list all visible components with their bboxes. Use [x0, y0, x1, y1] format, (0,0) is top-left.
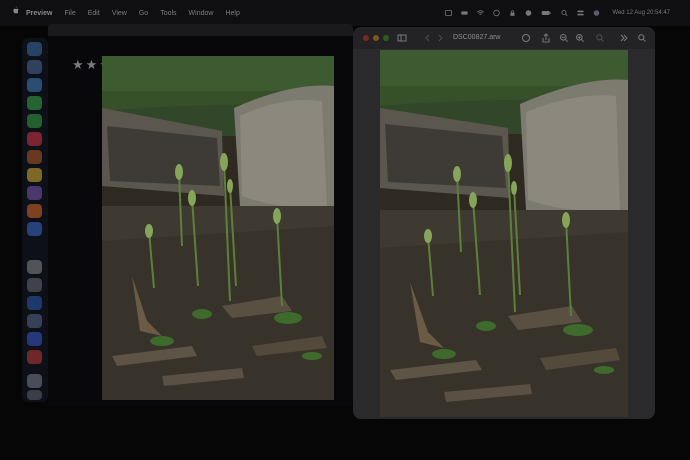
downloads-icon[interactable] [27, 374, 42, 388]
menu-file[interactable]: File [64, 10, 75, 17]
zoom-out-icon[interactable] [559, 33, 569, 43]
minimize-button[interactable] [373, 35, 379, 41]
firefox-icon[interactable] [27, 204, 42, 218]
photos-icon[interactable] [27, 186, 42, 200]
photo-thumbnail-left [102, 56, 334, 400]
search-icon[interactable] [560, 9, 569, 17]
dock [22, 38, 48, 402]
launchpad-icon[interactable] [27, 60, 42, 74]
keyboard-icon[interactable] [460, 9, 469, 17]
siri-icon[interactable] [592, 9, 601, 17]
info-icon[interactable] [521, 33, 531, 43]
finder-icon[interactable] [27, 42, 42, 56]
status-circle-icon[interactable] [492, 9, 501, 17]
lock-icon[interactable] [508, 9, 517, 17]
menu-go[interactable]: Go [139, 10, 148, 17]
control-center-icon[interactable] [576, 9, 585, 17]
wifi-icon[interactable] [476, 9, 485, 17]
photo-main [380, 50, 628, 417]
preview-window-title: DSC00827.arw [453, 34, 501, 41]
battery-icon[interactable] [540, 9, 553, 17]
chevron-left-icon[interactable] [423, 33, 433, 43]
preview-toolbar: DSC00827.arw [353, 27, 655, 49]
menu-tools[interactable]: Tools [160, 10, 176, 17]
settings-icon[interactable] [27, 260, 42, 274]
menu-help[interactable]: Help [225, 10, 239, 17]
xcode-icon[interactable] [27, 332, 42, 346]
star-2-icon[interactable]: ★ [86, 58, 98, 71]
vpn-icon[interactable] [524, 9, 533, 17]
podcasts-icon[interactable] [27, 150, 42, 164]
notes-icon[interactable] [27, 168, 42, 182]
apple-menu-icon[interactable] [12, 6, 19, 15]
back-window-titlebar[interactable] [48, 24, 353, 36]
menu-edit[interactable]: Edit [88, 10, 100, 17]
toolbar-search-icon[interactable] [637, 33, 647, 43]
music-icon[interactable] [27, 132, 42, 146]
screen-record-icon[interactable] [444, 9, 453, 17]
utility-icon[interactable] [27, 278, 42, 292]
share-icon[interactable] [541, 33, 551, 43]
close-button[interactable] [363, 35, 369, 41]
search-toolbar-icon[interactable] [595, 33, 605, 43]
facetime-icon[interactable] [27, 114, 42, 128]
messages-icon[interactable] [27, 96, 42, 110]
word-icon[interactable] [27, 296, 42, 310]
app-icon[interactable] [27, 314, 42, 328]
menu-bar: Preview File Edit View Go Tools Window H… [0, 0, 690, 26]
star-1-icon[interactable]: ★ [72, 58, 84, 71]
toolbar-overflow-icon[interactable] [619, 33, 629, 43]
chevron-right-icon[interactable] [435, 33, 445, 43]
menu-window[interactable]: Window [189, 10, 214, 17]
zoom-button[interactable] [383, 35, 389, 41]
zoom-in-icon[interactable] [575, 33, 585, 43]
menubar-clock[interactable]: Wed 12 Aug 20:54:47 [612, 10, 670, 16]
menu-app-name[interactable]: Preview [26, 10, 52, 17]
trash-icon[interactable] [27, 390, 42, 400]
browser-icon[interactable] [27, 222, 42, 236]
sidebar-toggle-icon[interactable] [397, 33, 407, 43]
red-app-icon[interactable] [27, 350, 42, 364]
mail-icon[interactable] [27, 78, 42, 92]
menu-view[interactable]: View [112, 10, 127, 17]
